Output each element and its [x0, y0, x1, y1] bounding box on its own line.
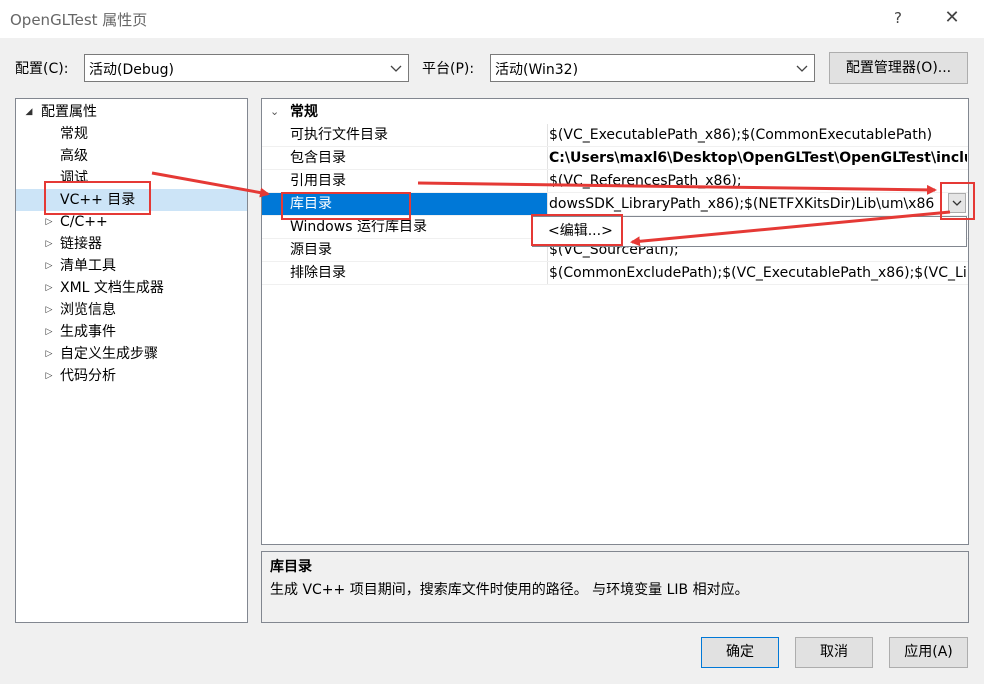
- arrow-to-lib-dirs: [151, 171, 270, 198]
- arrow-to-dropdown: [417, 181, 937, 195]
- arrow-to-edit: [630, 210, 951, 247]
- annotation-arrows: [151, 171, 951, 247]
